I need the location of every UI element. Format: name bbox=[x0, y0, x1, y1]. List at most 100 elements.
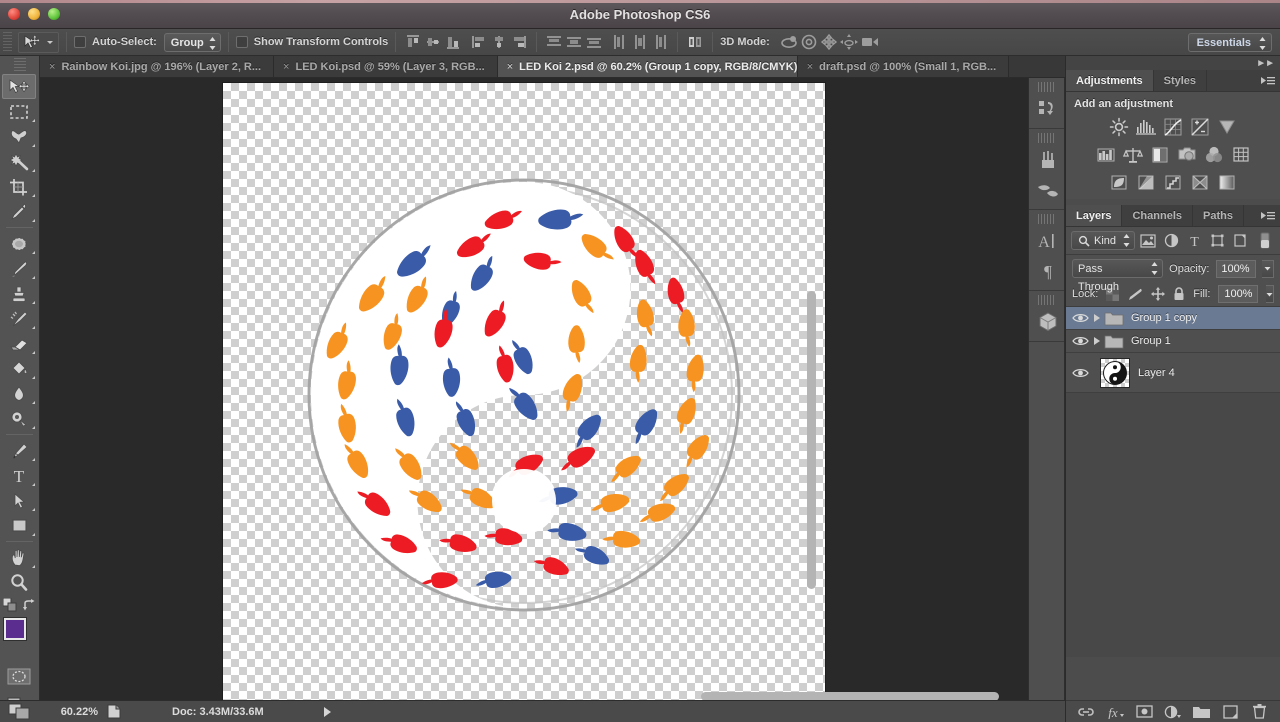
blur-tool[interactable] bbox=[0, 381, 38, 406]
channel-mixer-icon[interactable] bbox=[1203, 144, 1225, 166]
zoom-tool[interactable] bbox=[0, 570, 38, 595]
filter-toggle-switch[interactable] bbox=[1255, 231, 1275, 250]
color-lookup-icon[interactable] bbox=[1230, 144, 1252, 166]
roll-3d-icon[interactable] bbox=[798, 32, 818, 52]
posterize-icon[interactable] bbox=[1135, 172, 1157, 194]
show-transform-controls-checkbox[interactable] bbox=[236, 36, 248, 48]
blend-mode-dropdown[interactable]: Pass Through bbox=[1072, 259, 1163, 278]
dock-grip[interactable] bbox=[1038, 133, 1056, 143]
distribute-bottom-edges-icon[interactable] bbox=[584, 32, 604, 52]
brush-tool[interactable] bbox=[0, 256, 38, 281]
move-tool[interactable] bbox=[2, 74, 36, 99]
tab-channels[interactable]: Channels bbox=[1122, 205, 1193, 226]
slide-3d-icon[interactable] bbox=[838, 32, 858, 52]
dodge-tool[interactable] bbox=[0, 406, 38, 431]
delete-layer-icon[interactable] bbox=[1249, 703, 1269, 721]
document-tab[interactable]: × LED Koi.psd @ 59% (Layer 3, RGB... bbox=[274, 56, 498, 77]
lock-all-icon[interactable] bbox=[1173, 287, 1185, 301]
levels-icon[interactable] bbox=[1135, 116, 1157, 138]
layer-row-group-1-copy[interactable]: Group 1 copy bbox=[1066, 307, 1280, 330]
3d-panel-icon[interactable] bbox=[1029, 307, 1066, 337]
spot-healing-brush-tool[interactable] bbox=[0, 231, 38, 256]
tab-paths[interactable]: Paths bbox=[1193, 205, 1244, 226]
eraser-tool[interactable] bbox=[0, 331, 38, 356]
disclosure-triangle-icon[interactable] bbox=[1094, 337, 1100, 345]
add-layer-style-icon[interactable]: fx bbox=[1105, 703, 1125, 721]
eyedropper-tool[interactable] bbox=[0, 199, 38, 224]
filter-smart-objects-icon[interactable] bbox=[1230, 231, 1250, 250]
layer-row-layer-4[interactable]: Layer 4 bbox=[1066, 353, 1280, 393]
exposure-icon[interactable] bbox=[1189, 116, 1211, 138]
eye-icon[interactable] bbox=[1066, 367, 1094, 379]
status-expand-arrow[interactable] bbox=[324, 707, 331, 717]
align-bottom-edges-icon[interactable] bbox=[443, 32, 463, 52]
auto-align-layers-icon[interactable] bbox=[685, 32, 705, 52]
document-canvas[interactable] bbox=[223, 83, 825, 700]
paragraph-panel-icon[interactable]: ¶ bbox=[1029, 256, 1066, 286]
brightness-contrast-icon[interactable] bbox=[1108, 116, 1130, 138]
swap-colors-icon[interactable] bbox=[23, 599, 36, 612]
drag-3d-icon[interactable] bbox=[818, 32, 838, 52]
fill-stepper[interactable] bbox=[1266, 285, 1274, 303]
tab-adjustments[interactable]: Adjustments bbox=[1066, 70, 1154, 91]
brush-presets-panel-icon[interactable] bbox=[1029, 175, 1066, 205]
tab-styles[interactable]: Styles bbox=[1154, 70, 1207, 91]
rotate-3d-icon[interactable] bbox=[778, 32, 798, 52]
new-group-icon[interactable] bbox=[1192, 703, 1212, 721]
invert-icon[interactable] bbox=[1108, 172, 1130, 194]
layer-row-group-1[interactable]: Group 1 bbox=[1066, 330, 1280, 353]
opacity-stepper[interactable] bbox=[1262, 260, 1275, 278]
zoom-level[interactable]: 60.22% bbox=[40, 706, 106, 718]
distribute-left-edges-icon[interactable] bbox=[610, 32, 630, 52]
options-bar-grip[interactable] bbox=[3, 32, 12, 52]
quick-mask-mode-button[interactable] bbox=[0, 664, 38, 689]
yin-yang-thumbnail[interactable] bbox=[1100, 358, 1130, 388]
filter-type-layers-icon[interactable]: T bbox=[1184, 231, 1204, 250]
clone-stamp-tool[interactable] bbox=[0, 281, 38, 306]
current-tool-chip[interactable] bbox=[18, 32, 59, 53]
close-icon[interactable]: × bbox=[507, 61, 513, 73]
pen-tool[interactable] bbox=[0, 438, 38, 463]
filter-shape-layers-icon[interactable] bbox=[1207, 231, 1227, 250]
canvas-horizontal-scrollbar[interactable] bbox=[701, 692, 999, 700]
tool-preset-arrow[interactable] bbox=[46, 39, 54, 45]
distribute-vertical-centers-icon[interactable] bbox=[564, 32, 584, 52]
curves-icon[interactable] bbox=[1162, 116, 1184, 138]
document-tab-active[interactable]: × LED Koi 2.psd @ 60.2% (Group 1 copy, R… bbox=[498, 56, 798, 77]
close-icon[interactable]: × bbox=[283, 61, 289, 73]
path-selection-tool[interactable] bbox=[0, 488, 38, 513]
eye-icon[interactable] bbox=[1066, 335, 1094, 347]
align-top-edges-icon[interactable] bbox=[403, 32, 423, 52]
auto-select-dropdown[interactable]: Group bbox=[164, 33, 221, 52]
black-white-icon[interactable] bbox=[1149, 144, 1171, 166]
opacity-value[interactable]: 100% bbox=[1216, 260, 1256, 278]
distribute-top-edges-icon[interactable] bbox=[544, 32, 564, 52]
distribute-horizontal-centers-icon[interactable] bbox=[630, 32, 650, 52]
layer-filter-kind-dropdown[interactable]: Kind bbox=[1071, 231, 1135, 250]
selective-color-icon[interactable] bbox=[1189, 172, 1211, 194]
align-horizontal-centers-icon[interactable] bbox=[489, 32, 509, 52]
screen-mode-icon[interactable] bbox=[0, 703, 40, 721]
dock-grip[interactable] bbox=[1038, 82, 1056, 92]
new-layer-icon[interactable] bbox=[1221, 703, 1241, 721]
photo-filter-icon[interactable] bbox=[1176, 144, 1198, 166]
gradient-map-icon[interactable] bbox=[1216, 172, 1238, 194]
lock-position-icon[interactable] bbox=[1151, 287, 1165, 301]
rectangle-tool[interactable] bbox=[0, 513, 38, 538]
type-tool[interactable]: T bbox=[0, 463, 38, 488]
link-layers-icon[interactable] bbox=[1076, 703, 1096, 721]
default-colors-icon[interactable] bbox=[3, 598, 17, 612]
hue-saturation-icon[interactable] bbox=[1095, 144, 1117, 166]
dock-grip[interactable] bbox=[1038, 214, 1056, 224]
eye-icon[interactable] bbox=[1066, 312, 1094, 324]
character-panel-icon[interactable]: A bbox=[1029, 226, 1066, 256]
align-left-edges-icon[interactable] bbox=[469, 32, 489, 52]
auto-select-checkbox[interactable] bbox=[74, 36, 86, 48]
new-adjustment-layer-icon[interactable] bbox=[1163, 703, 1183, 721]
foreground-color-swatch[interactable] bbox=[4, 618, 26, 640]
canvas-vertical-scrollbar[interactable] bbox=[807, 291, 816, 589]
filter-adjustment-layers-icon[interactable] bbox=[1161, 231, 1181, 250]
panel-menu-icon[interactable] bbox=[1259, 210, 1275, 222]
lock-image-pixels-icon[interactable] bbox=[1127, 288, 1143, 301]
canvas-area[interactable] bbox=[40, 78, 1065, 700]
